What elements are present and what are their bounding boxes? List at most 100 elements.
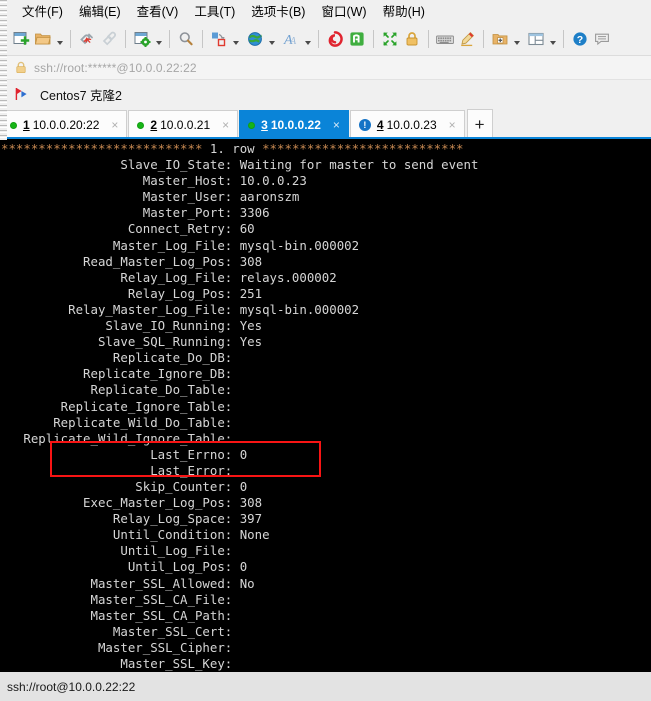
toolbar-separator bbox=[169, 29, 170, 48]
toolbar-separator bbox=[563, 29, 564, 48]
session-properties-icon bbox=[134, 31, 151, 47]
add-tab-icon bbox=[492, 33, 508, 44]
highlight-button[interactable] bbox=[456, 26, 478, 52]
menu-item-window[interactable]: 窗口(W) bbox=[313, 0, 374, 23]
toolbar-separator bbox=[202, 29, 203, 48]
lock-button[interactable] bbox=[401, 26, 423, 52]
transfer-button[interactable] bbox=[208, 26, 230, 52]
keyboard-icon bbox=[436, 35, 454, 44]
transfer-icon bbox=[212, 32, 226, 46]
font-button[interactable]: A A bbox=[280, 26, 302, 52]
disconnect-button[interactable] bbox=[76, 26, 98, 52]
terminal-row: Last_Error: bbox=[1, 462, 240, 478]
terminal-row: Last_Errno: 0 bbox=[1, 446, 248, 462]
lock-icon bbox=[15, 61, 27, 74]
find-button[interactable] bbox=[175, 26, 197, 52]
session-properties-button[interactable] bbox=[131, 26, 153, 52]
terminal-row: Relay_Log_Space: 397 bbox=[1, 511, 263, 527]
tab-label: 10.0.0.20:22 bbox=[32, 118, 100, 132]
terminal-row: Skip_Counter: 0 bbox=[1, 478, 248, 494]
reconnect-button[interactable] bbox=[98, 26, 120, 52]
menu-item-help[interactable]: 帮助(H) bbox=[375, 0, 433, 23]
terminal-row: Until_Log_Pos: 0 bbox=[1, 559, 248, 575]
terminal-row: Master_Host: 10.0.0.23 bbox=[1, 173, 307, 189]
toolbar-separator bbox=[70, 29, 71, 48]
flag-icon bbox=[14, 86, 30, 102]
bookmark-label: Centos7 克隆2 bbox=[40, 88, 122, 103]
layout-button[interactable] bbox=[525, 26, 547, 52]
svg-text:A: A bbox=[289, 36, 297, 47]
tab-close-icon[interactable]: × bbox=[331, 119, 342, 131]
xshell-icon bbox=[328, 30, 343, 47]
status-dot-icon bbox=[10, 121, 17, 129]
font-dropdown[interactable] bbox=[302, 26, 313, 52]
address-bar[interactable]: ssh://root:******@10.0.0.22:22 bbox=[7, 56, 651, 80]
add-tab-dropdown[interactable] bbox=[511, 26, 522, 52]
terminal-row: Replicate_Ignore_DB: bbox=[1, 366, 240, 382]
terminal-row: Exec_Master_Log_Pos: 308 bbox=[1, 495, 263, 511]
toolbar-separator bbox=[428, 29, 429, 48]
help-icon: ? bbox=[573, 31, 587, 46]
svg-text:?: ? bbox=[577, 34, 583, 46]
encoding-dropdown[interactable] bbox=[266, 26, 277, 52]
toolbar-separator bbox=[318, 29, 319, 48]
status-dot-icon bbox=[248, 121, 256, 129]
terminal-row: Relay_Log_File: relays.000002 bbox=[1, 269, 337, 285]
layout-dropdown[interactable] bbox=[547, 26, 558, 52]
terminal-row: Until_Log_File: bbox=[1, 543, 240, 559]
font-icon: A A bbox=[283, 33, 297, 48]
open-session-button[interactable] bbox=[32, 26, 54, 52]
encoding-button[interactable] bbox=[244, 26, 266, 52]
xftp-icon bbox=[350, 31, 364, 46]
menu-item-edit[interactable]: 编辑(E) bbox=[71, 0, 129, 23]
chat-button[interactable] bbox=[591, 26, 613, 52]
xftp-button[interactable] bbox=[346, 26, 368, 52]
add-tab-button[interactable] bbox=[489, 26, 511, 52]
menu-item-tools[interactable]: 工具(T) bbox=[186, 0, 243, 23]
fullscreen-button[interactable] bbox=[379, 26, 401, 52]
terminal-row: Connect_Retry: 60 bbox=[1, 221, 255, 237]
menu-item-view[interactable]: 查看(V) bbox=[129, 0, 187, 23]
layout-icon bbox=[528, 32, 544, 45]
menu-item-tab[interactable]: 选项卡(B) bbox=[243, 0, 313, 23]
tab-2[interactable]: 2 10.0.0.21 × bbox=[128, 110, 239, 139]
terminal-row: Read_Master_Log_Pos: 308 bbox=[1, 253, 263, 269]
fullscreen-icon bbox=[383, 32, 397, 45]
toolbar-grip-strip[interactable] bbox=[0, 0, 7, 140]
xshell-window: 文件(F) 编辑(E) 查看(V) 工具(T) 选项卡(B) 窗口(W) 帮助(… bbox=[0, 0, 651, 701]
xshell-button[interactable] bbox=[324, 26, 346, 52]
tab-1[interactable]: 1 10.0.0.20:22 × bbox=[1, 110, 128, 139]
highlight-pen-icon bbox=[461, 31, 475, 46]
lock-icon bbox=[406, 31, 418, 45]
open-session-dropdown[interactable] bbox=[54, 26, 65, 52]
new-tab-button[interactable]: + bbox=[466, 109, 493, 139]
keyboard-button[interactable] bbox=[434, 26, 456, 52]
help-button[interactable]: ? bbox=[569, 26, 591, 52]
terminal-output[interactable]: *************************** 1. row *****… bbox=[0, 139, 651, 672]
status-bar-text: ssh://root@10.0.0.22:22 bbox=[7, 679, 136, 694]
transfer-dropdown[interactable] bbox=[230, 26, 241, 52]
tab-close-icon[interactable]: × bbox=[447, 119, 458, 131]
terminal-text: *************************** 1. row *****… bbox=[0, 141, 651, 672]
new-session-button[interactable] bbox=[10, 26, 32, 52]
status-bar: ssh://root@10.0.0.22:22 bbox=[0, 672, 651, 701]
terminal-row: Master_User: aaronszm bbox=[1, 189, 300, 205]
terminal-row: Master_SSL_CA_Path: bbox=[1, 607, 240, 623]
menu-item-file[interactable]: 文件(F) bbox=[14, 0, 71, 23]
session-properties-dropdown[interactable] bbox=[153, 26, 164, 52]
tab-number: 4 bbox=[376, 118, 384, 132]
tab-4[interactable]: ! 4 10.0.0.23 × bbox=[349, 110, 465, 139]
toolbar: A A ? bbox=[0, 22, 651, 56]
open-folder-icon bbox=[35, 33, 51, 44]
tab-close-icon[interactable]: × bbox=[109, 119, 120, 131]
bookmark-bar: Centos7 克隆2 bbox=[7, 80, 651, 108]
tab-close-icon[interactable]: × bbox=[220, 119, 231, 131]
terminal-row: Slave_SQL_Running: Yes bbox=[1, 334, 263, 350]
terminal-row: Master_SSL_Cipher: bbox=[1, 639, 240, 655]
tab-3[interactable]: 3 10.0.0.22 × bbox=[239, 110, 349, 139]
terminal-row: Master_Log_File: mysql-bin.000002 bbox=[1, 237, 360, 253]
chat-icon bbox=[595, 33, 609, 45]
terminal-row: Relay_Master_Log_File: mysql-bin.000002 bbox=[1, 301, 360, 317]
alert-icon: ! bbox=[358, 119, 371, 131]
disconnect-icon bbox=[80, 33, 93, 44]
